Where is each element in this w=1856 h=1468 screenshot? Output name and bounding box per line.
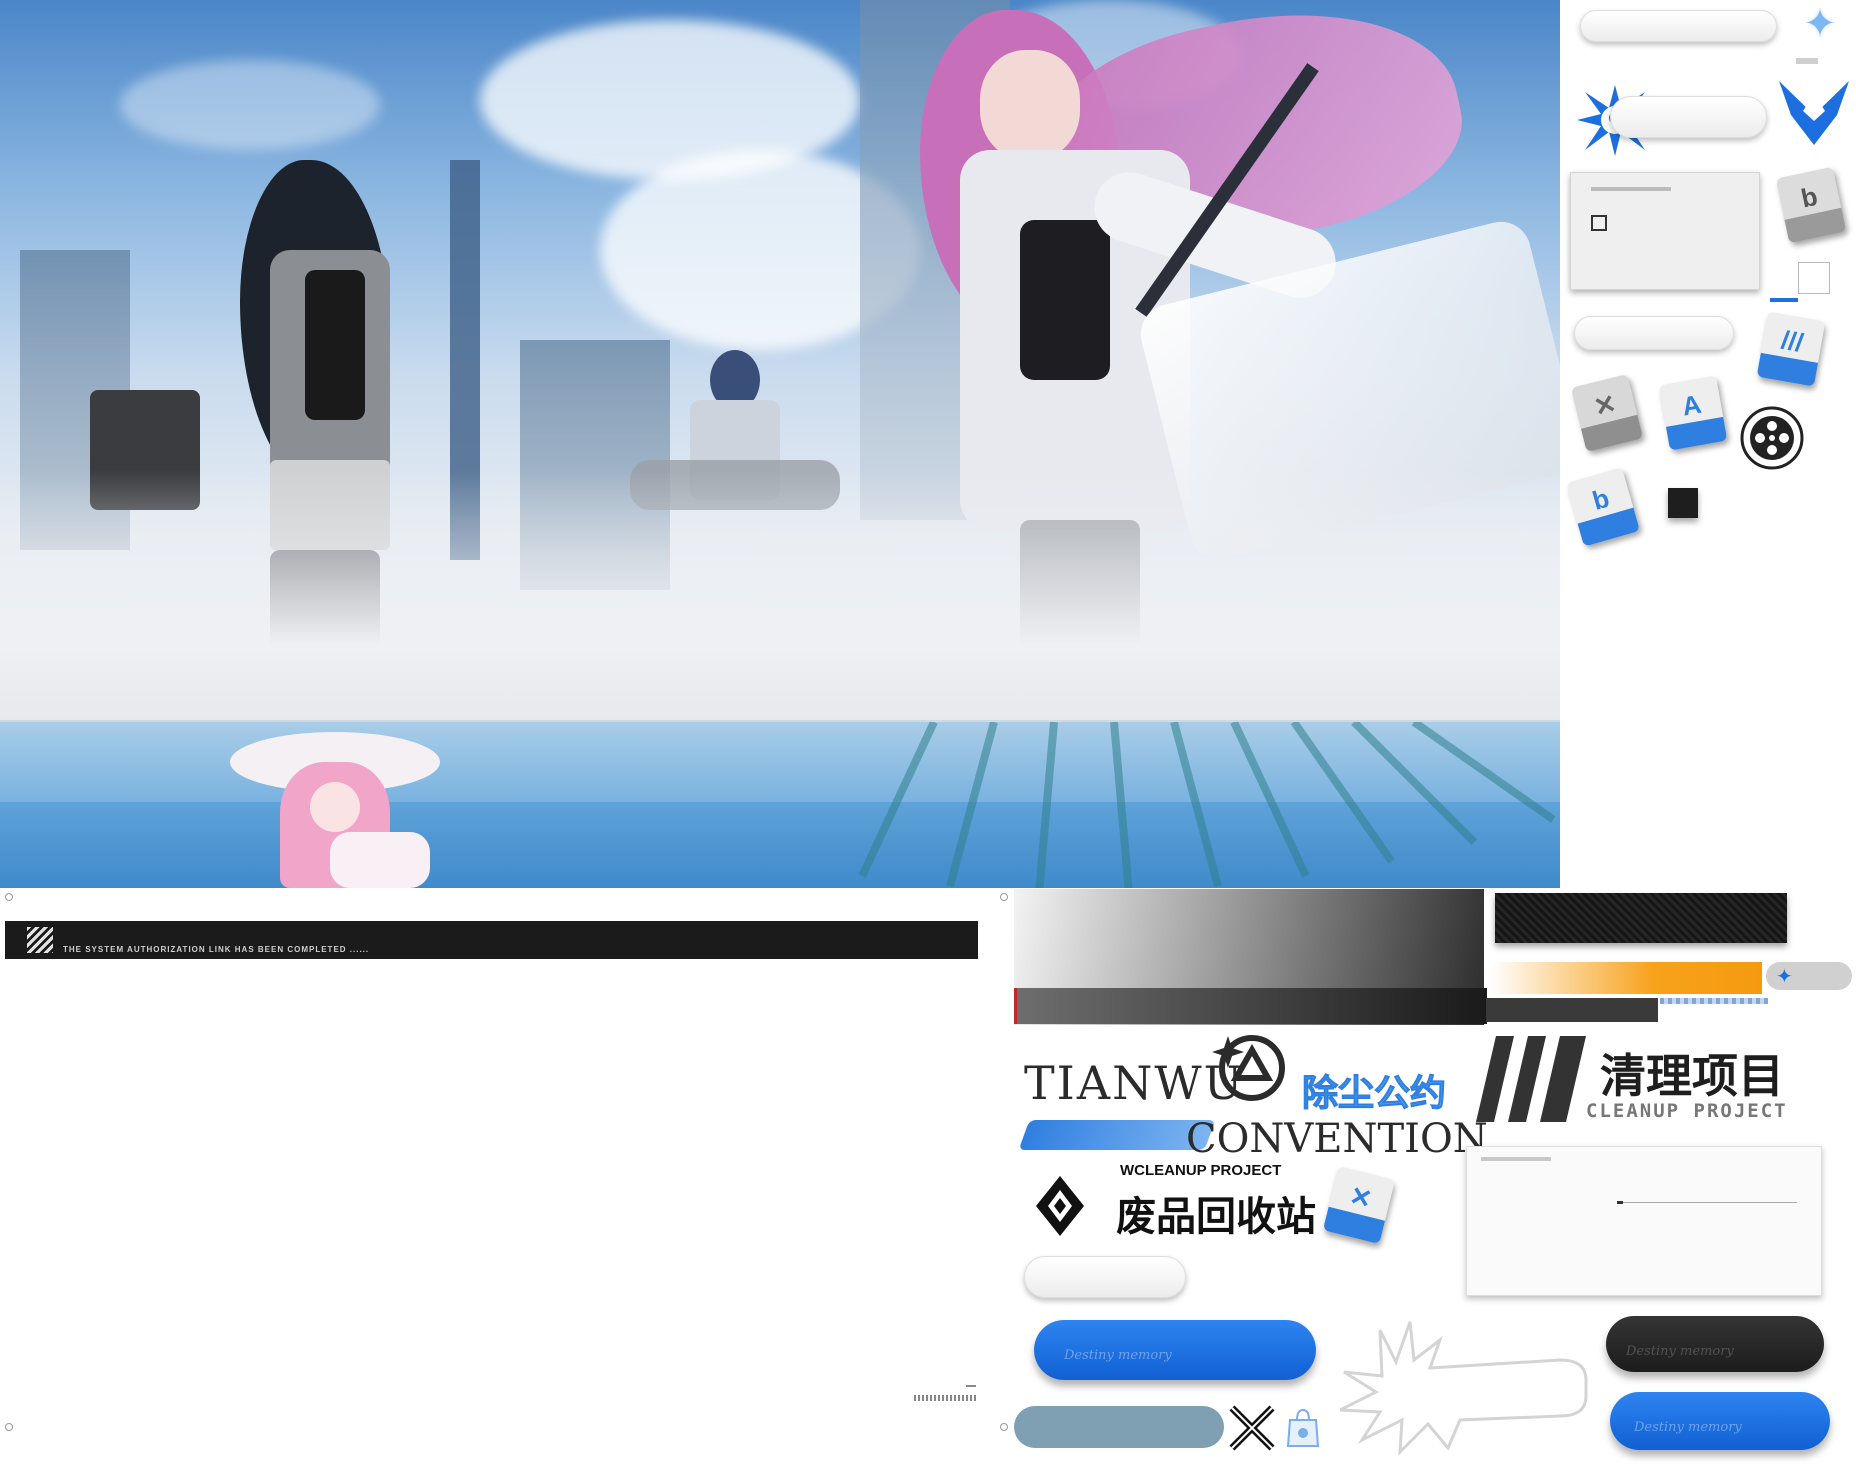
cleanup-en-title: CLEANUP PROJECT bbox=[1586, 1100, 1788, 1122]
file-broken-icon: ✕ bbox=[1570, 373, 1644, 453]
star-sparkle-icon: ✦ bbox=[1803, 2, 1837, 46]
splash-frame bbox=[1334, 1320, 1590, 1460]
tianwu-cn-title: 除尘公约 bbox=[1301, 1073, 1447, 1115]
file-b-blue-icon: b bbox=[1566, 467, 1640, 547]
wcleanup-label: WCLEANUP PROJECT bbox=[1120, 1162, 1282, 1179]
diamond-emblem-icon bbox=[1036, 1176, 1084, 1236]
black-square bbox=[1668, 488, 1698, 518]
film-reel-icon bbox=[1740, 406, 1804, 470]
status-message: THE SYSTEM AUTHORIZATION LINK HAS BEEN C… bbox=[63, 945, 370, 954]
bag-icon bbox=[1286, 1408, 1320, 1448]
banner-strip bbox=[0, 720, 1560, 888]
info-card-1 bbox=[1570, 172, 1760, 290]
blue-action-button[interactable]: Destiny memory bbox=[1034, 1320, 1316, 1380]
dark-chip bbox=[1486, 998, 1658, 1022]
steel-button[interactable] bbox=[1014, 1406, 1224, 1448]
dark-gradient-bar bbox=[1014, 988, 1487, 1024]
tianwu-emblem-icon bbox=[1212, 1028, 1288, 1104]
hero-illustration bbox=[0, 0, 1560, 720]
file-b-icon: b bbox=[1775, 166, 1847, 244]
stripe-icon bbox=[27, 927, 53, 953]
recycle-cn-title: 废品回收站 bbox=[1116, 1194, 1316, 1240]
pill-button-1[interactable] bbox=[1580, 10, 1777, 42]
crossed-swords-icon bbox=[1228, 1404, 1276, 1452]
banner-character bbox=[230, 722, 440, 888]
system-status-bar: THE SYSTEM AUTHORIZATION LINK HAS BEEN C… bbox=[5, 921, 978, 959]
convention-logo-text: CONVENTION bbox=[1186, 1116, 1488, 1162]
carbon-panel bbox=[1495, 893, 1787, 943]
dark-action-button[interactable]: Destiny memory bbox=[1606, 1316, 1824, 1372]
file-cleanup-icon: /// bbox=[1756, 311, 1826, 387]
orange-progress-bar bbox=[1490, 962, 1762, 994]
file-cleanup-icon-large: ✕ bbox=[1322, 1165, 1396, 1245]
cleanup-logo-mark bbox=[1476, 1036, 1586, 1122]
toggle-switch[interactable]: ✦ bbox=[1766, 962, 1852, 990]
sparkle-icon: ✦ bbox=[1776, 966, 1793, 988]
blue-action-button-2[interactable]: Destiny memory bbox=[1610, 1392, 1830, 1450]
pill-button-4[interactable] bbox=[1024, 1256, 1186, 1298]
file-a-icon: A bbox=[1658, 375, 1728, 451]
pill-button-2[interactable] bbox=[1610, 96, 1767, 138]
cleanup-cn-title: 清理项目 bbox=[1600, 1049, 1784, 1103]
pill-button-3[interactable] bbox=[1574, 316, 1734, 350]
info-card-2 bbox=[1466, 1146, 1822, 1296]
chevron-crest-icon bbox=[1775, 75, 1853, 149]
